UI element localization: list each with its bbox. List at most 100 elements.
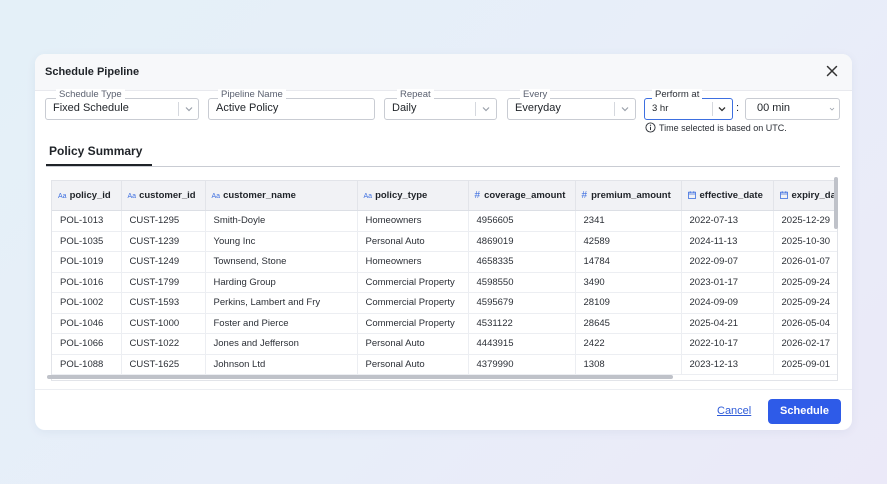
pipeline-name-label: Pipeline Name [218, 89, 286, 101]
column-header-coverage-amount[interactable]: # coverage_amount [468, 181, 576, 211]
column-header-policy-type[interactable]: Aa policy_type [357, 181, 469, 211]
table-cell-premium-amount: 28645 [575, 313, 682, 334]
table-row[interactable]: POL-1035 CUST-1239 Young Inc Personal Auto 4… [52, 231, 837, 252]
table-row[interactable]: POL-1016 CUST-1799 Harding Group Commercial… [52, 272, 837, 293]
table-cell-policy-id: POL-1002 [52, 292, 122, 314]
pipeline-name-input[interactable]: Pipeline Name Active Policy [208, 89, 375, 120]
table-row[interactable]: POL-1002 CUST-1593 Perkins, Lambert and Fr… [52, 292, 837, 314]
table-cell-expiry-date: 2025-12-29 [773, 210, 837, 232]
horizontal-scrollbar[interactable] [47, 375, 673, 379]
table-row[interactable]: POL-1066 CUST-1022 Jones and Jefferson Pers… [52, 333, 837, 355]
schedule-type-select[interactable]: Schedule Type Fixed Schedule [45, 89, 199, 120]
tab-policy-summary[interactable]: Policy Summary [49, 144, 142, 158]
table-cell-policy-type: Personal Auto [357, 354, 469, 375]
column-header-policy-id[interactable]: Aa policy_id [52, 181, 122, 211]
table-cell-premium-amount: 14784 [575, 251, 682, 273]
perform-at-hour-value: 3 hr [652, 103, 669, 114]
every-value: Everyday [515, 102, 561, 114]
perform-at-label: Perform at [652, 89, 703, 101]
table-cell-customer-id: CUST-1295 [121, 210, 206, 232]
calendar-icon [779, 191, 788, 199]
table-cell-expiry-date: 2026-02-17 [773, 333, 837, 355]
table-row[interactable]: POL-1046 CUST-1000 Foster and Pierce Commer… [52, 313, 837, 334]
column-header-effective-date[interactable]: effective_date [681, 181, 774, 211]
repeat-select[interactable]: Repeat Daily [384, 89, 497, 120]
table-cell-customer-name: Townsend, Stone [205, 251, 358, 273]
table-cell-policy-id: POL-1046 [52, 313, 122, 334]
table-cell-effective-date: 2023-01-17 [681, 272, 774, 293]
tab-divider [46, 166, 840, 167]
column-header-customer-id[interactable]: Aa customer_id [121, 181, 206, 211]
column-header-expiry-date[interactable]: expiry_date [773, 181, 838, 211]
table-cell-expiry-date: 2025-10-30 [773, 231, 837, 252]
table-row[interactable]: POL-1019 CUST-1249 Townsend, Stone Homeowne… [52, 251, 837, 273]
table-cell-customer-id: CUST-1249 [121, 251, 206, 273]
column-header-label: customer_id [139, 190, 196, 201]
table-cell-coverage-amount: 4443915 [468, 333, 576, 355]
number-type-icon: # [581, 190, 588, 201]
column-header-label: coverage_amount [484, 190, 566, 201]
column-header-label: policy_type [375, 190, 428, 201]
close-icon[interactable] [824, 63, 840, 79]
cancel-button[interactable]: Cancel [717, 405, 751, 417]
utc-note: Time selected is based on UTC. [659, 123, 787, 133]
table-cell-premium-amount: 3490 [575, 272, 682, 293]
table-cell-effective-date: 2022-10-17 [681, 333, 774, 355]
repeat-label: Repeat [397, 89, 434, 101]
table-cell-customer-id: CUST-1625 [121, 354, 206, 375]
table-cell-premium-amount: 42589 [575, 231, 682, 252]
table-cell-effective-date: 2023-12-13 [681, 354, 774, 375]
table-cell-expiry-date: 2025-09-01 [773, 354, 837, 375]
chevron-down-icon [621, 107, 629, 112]
schedule-type-label: Schedule Type [56, 89, 125, 101]
column-header-customer-name[interactable]: Aa customer_name [205, 181, 358, 211]
dialog-header: Schedule Pipeline [35, 54, 852, 91]
chevron-down-icon [185, 107, 193, 112]
table-cell-expiry-date: 2025-09-24 [773, 272, 837, 293]
perform-at-minute-value: 00 min [757, 102, 791, 114]
column-header-label: policy_id [69, 190, 111, 201]
table-cell-customer-id: CUST-1799 [121, 272, 206, 293]
perform-at-hour-select[interactable]: Perform at 3 hr [644, 89, 733, 120]
table-cell-policy-type: Homeowners [357, 251, 469, 273]
chevron-down-icon [718, 107, 726, 112]
data-preview-table[interactable]: Aa policy_id Aa customer_id Aa customer_name A… [51, 180, 838, 381]
table-cell-customer-name: Perkins, Lambert and Fry [205, 292, 358, 314]
schedule-type-value: Fixed Schedule [53, 102, 129, 114]
table-row[interactable]: POL-1013 CUST-1295 Smith-Doyle Homeowners 49… [52, 210, 837, 232]
table-cell-policy-type: Commercial Property [357, 313, 469, 334]
every-select[interactable]: Every Everyday [507, 89, 636, 120]
table-header-row: Aa policy_id Aa customer_id Aa customer_name A… [52, 181, 838, 211]
table-cell-customer-id: CUST-1239 [121, 231, 206, 252]
text-type-icon: Aa [211, 193, 221, 200]
table-cell-effective-date: 2024-11-13 [681, 231, 774, 252]
perform-at-minute-select[interactable]: 00 min [745, 98, 840, 120]
table-cell-customer-name: Jones and Jefferson [205, 333, 358, 355]
time-separator: : [736, 102, 740, 114]
table-cell-coverage-amount: 4595679 [468, 292, 576, 314]
table-cell-coverage-amount: 4869019 [468, 231, 576, 252]
calendar-icon [687, 191, 696, 199]
info-icon [645, 122, 656, 133]
column-header-premium-amount[interactable]: # premium_amount [575, 181, 682, 211]
footer-divider [35, 389, 852, 390]
table-cell-policy-id: POL-1088 [52, 354, 122, 375]
table-cell-customer-id: CUST-1022 [121, 333, 206, 355]
table-cell-policy-id: POL-1019 [52, 251, 122, 273]
vertical-scrollbar[interactable] [834, 177, 838, 229]
text-type-icon: Aa [127, 193, 137, 200]
schedule-button[interactable]: Schedule [768, 399, 841, 424]
table-cell-customer-name: Young Inc [205, 231, 358, 252]
column-header-label: expiry_date [791, 190, 838, 201]
column-header-label: effective_date [699, 190, 763, 201]
table-cell-coverage-amount: 4658335 [468, 251, 576, 273]
repeat-value: Daily [392, 102, 417, 114]
table-cell-customer-id: CUST-1593 [121, 292, 206, 314]
table-row[interactable]: POL-1088 CUST-1625 Johnson Ltd Personal Aut… [52, 354, 837, 375]
table-cell-policy-id: POL-1016 [52, 272, 122, 293]
pipeline-name-value: Active Policy [216, 102, 279, 114]
table-cell-premium-amount: 2422 [575, 333, 682, 355]
table-cell-expiry-date: 2026-01-07 [773, 251, 837, 273]
table-cell-customer-name: Smith-Doyle [205, 210, 358, 232]
table-cell-policy-id: POL-1066 [52, 333, 122, 355]
